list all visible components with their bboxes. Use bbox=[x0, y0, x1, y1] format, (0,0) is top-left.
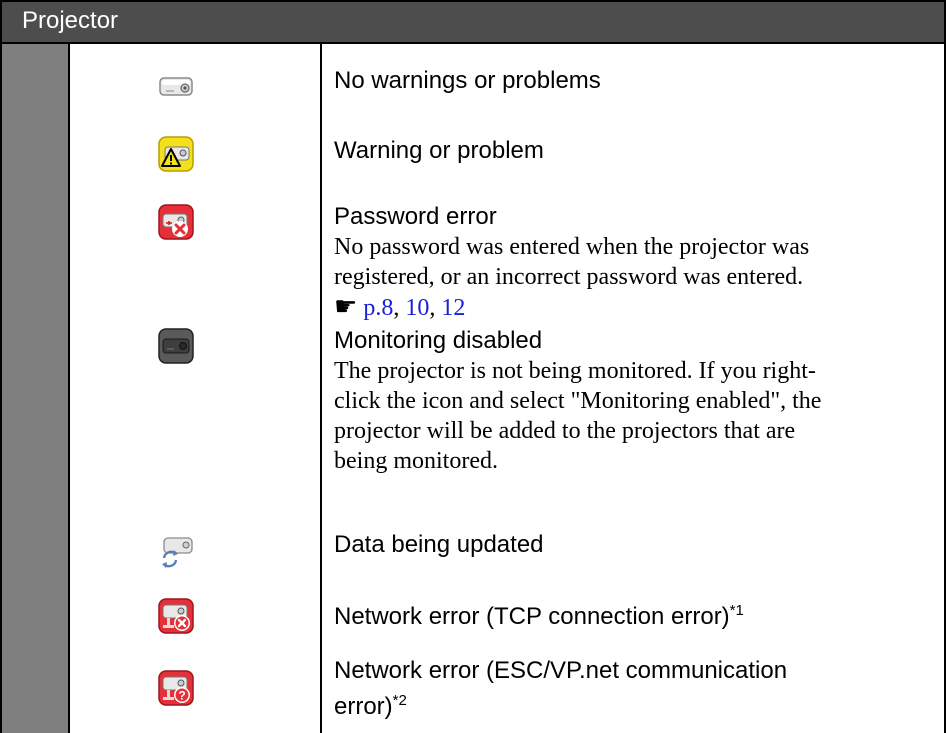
section-header: Projector bbox=[2, 0, 944, 44]
row-title: Warning or problem bbox=[334, 137, 544, 164]
row-title-text: error) bbox=[334, 693, 393, 720]
page-references: ☛ p.8, 10, 12 bbox=[334, 292, 466, 321]
footnote-marker: *2 bbox=[392, 692, 407, 709]
row-title: error)*2 bbox=[334, 686, 934, 722]
row-description-line: registered, or an incorrect password was… bbox=[334, 264, 804, 290]
row-title-line: Network error (ESC/VP.net communication bbox=[334, 657, 788, 684]
legend-frame: Projector No warnings or problems Warnin… bbox=[0, 0, 946, 733]
projector-monitoring-disabled-icon bbox=[158, 328, 194, 364]
projector-updating-icon bbox=[162, 537, 193, 568]
row-description-line: projector will be added to the projector… bbox=[334, 418, 796, 444]
network-tcp-error-icon bbox=[158, 598, 194, 634]
pointing-hand-icon: ☛ bbox=[334, 292, 358, 321]
row-title: Network error (TCP connection error)*1 bbox=[334, 596, 934, 632]
row-description-line: click the icon and select "Monitoring en… bbox=[334, 388, 822, 414]
row-description-line: No password was entered when the project… bbox=[334, 234, 810, 260]
page-ref-link[interactable]: 12 bbox=[441, 295, 465, 321]
row-description-line: The projector is not being monitored. If… bbox=[334, 358, 816, 384]
status-icon-table: No warnings or problems Warning or probl… bbox=[68, 44, 944, 733]
projector-warning-icon bbox=[158, 136, 194, 172]
page-ref-link[interactable]: p.8 bbox=[363, 295, 393, 321]
row-description-line: being monitored. bbox=[334, 448, 498, 474]
projector-normal-icon bbox=[159, 77, 193, 96]
footnote-marker: *1 bbox=[729, 602, 744, 619]
projector-password-error-icon bbox=[158, 204, 194, 240]
row-title-text: Network error (TCP connection error) bbox=[334, 603, 730, 630]
page-ref-link[interactable]: 10 bbox=[405, 295, 429, 321]
section-title: Projector bbox=[22, 7, 119, 34]
row-title: Monitoring disabled bbox=[334, 327, 543, 354]
network-escvp-error-icon: ? bbox=[158, 670, 194, 706]
row-title: Data being updated bbox=[334, 531, 544, 558]
row-title: No warnings or problems bbox=[334, 67, 601, 94]
column-divider bbox=[320, 44, 322, 733]
svg-text:?: ? bbox=[178, 689, 185, 703]
row-title: Password error bbox=[334, 203, 497, 230]
